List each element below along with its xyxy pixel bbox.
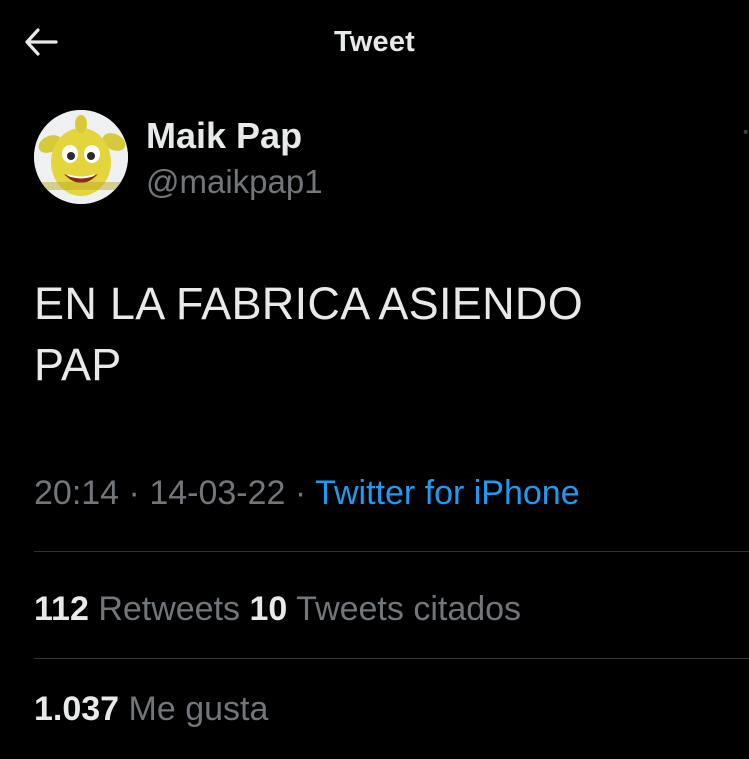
tweet-time[interactable]: 20:14 — [34, 474, 119, 512]
avatar-image — [34, 110, 128, 204]
engagement-stats-row: 112 Retweets 10 Tweets citados — [34, 590, 521, 629]
top-bar: Tweet — [0, 0, 749, 86]
tweet-text-line-1: EN LA FABRICA ASIENDO — [34, 278, 584, 329]
divider — [34, 551, 749, 552]
tweet-source-link[interactable]: Twitter for iPhone — [315, 474, 580, 512]
quotes-count: 10 — [249, 590, 288, 628]
author-handle[interactable]: @maikpap1 — [146, 163, 323, 201]
quotes-label: Tweets citados — [296, 590, 522, 628]
page-title: Tweet — [333, 26, 416, 58]
author-name[interactable]: Maik Pap — [146, 115, 302, 157]
tweet-meta: 20:14 · 14-03-22 · Twitter for iPhone — [34, 474, 580, 513]
meta-separator: · — [128, 474, 140, 512]
likes-stat[interactable]: 1.037 Me gusta — [34, 690, 268, 728]
retweets-count: 112 — [34, 590, 89, 628]
likes-stats-row: 1.037 Me gusta — [34, 690, 268, 729]
quotes-stat[interactable]: 10 Tweets citados — [250, 590, 522, 628]
more-options-icon[interactable]: • — [743, 124, 749, 138]
meta-separator: · — [294, 474, 307, 512]
avatar[interactable] — [34, 110, 128, 204]
retweets-label: Retweets — [98, 590, 241, 628]
likes-count: 1.037 — [34, 690, 120, 728]
tweet-text: EN LA FABRICA ASIENDO PAP — [34, 273, 734, 395]
tweet-text-line-2: PAP — [34, 339, 122, 390]
divider — [34, 658, 749, 659]
likes-label: Me gusta — [128, 690, 269, 728]
retweets-stat[interactable]: 112 Retweets — [34, 590, 250, 628]
tweet-date[interactable]: 14-03-22 — [149, 474, 285, 512]
